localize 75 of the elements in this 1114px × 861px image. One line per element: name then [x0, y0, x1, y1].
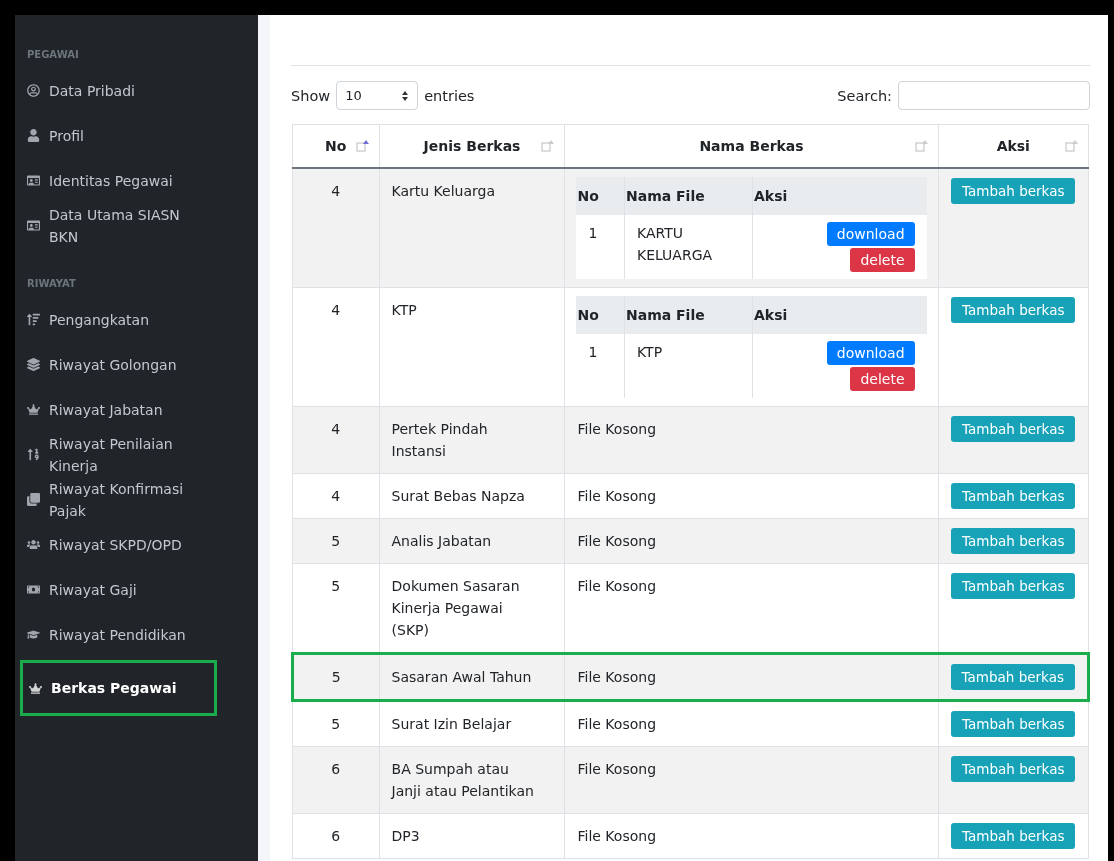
column-header[interactable]: No [292, 124, 380, 168]
table-cell: File Kosong [565, 473, 939, 518]
copy-icon [27, 493, 40, 506]
section-heading: RIWAYAT [26, 277, 77, 291]
file-cell: 1 [576, 214, 625, 279]
table-cell: Surat Bebas Napza [379, 473, 565, 518]
delete-button[interactable]: delete [850, 366, 915, 391]
delete-button[interactable]: delete [850, 247, 915, 272]
table-cell: File Kosong [565, 813, 939, 858]
sidebar-item[interactable]: Riwayat SKPD/OPD [15, 522, 258, 567]
graduation-cap-icon [27, 628, 40, 641]
sidebar-item[interactable]: Berkas Pegawai [17, 657, 220, 719]
user-icon [27, 129, 40, 142]
table-cell: File Kosong [565, 700, 939, 746]
table-cell: Analis Jabatan [379, 518, 565, 563]
table-cell: File Kosong [565, 653, 939, 700]
table-cell: 4 [292, 287, 380, 406]
id-card-icon [27, 174, 40, 187]
file-cell: 1 [576, 333, 625, 398]
search-label: Search: [837, 87, 892, 104]
page-size-select[interactable]: 10 [336, 81, 419, 110]
table-cell: File Kosong [565, 518, 939, 563]
file-cell: KTP [624, 333, 753, 398]
sidebar-item[interactable]: Riwayat Golongan [15, 342, 258, 387]
search-field[interactable] [898, 81, 1090, 110]
table-cell: File Kosong [565, 746, 939, 813]
column-header[interactable]: Jenis Berkas [379, 124, 565, 168]
table-cell: 4 [292, 406, 380, 473]
table-cell: Kartu Keluarga [379, 167, 565, 287]
sidebar-item[interactable]: Riwayat Gaji [15, 567, 258, 612]
table-cell: Surat Izin Belajar [379, 700, 565, 746]
sidebar-item[interactable]: Data Utama SIASN BKN [15, 203, 258, 248]
column-header[interactable]: Aksi [938, 124, 1089, 168]
sidebar-item[interactable]: Riwayat Pendidikan [15, 612, 258, 657]
sort-icon [27, 313, 40, 326]
download-button[interactable]: download [826, 340, 915, 365]
id-card-icon [27, 219, 40, 232]
file-column-header: Aksi [752, 176, 927, 215]
table-cell: 5 [292, 563, 380, 653]
table-cell: KTP [379, 287, 565, 406]
users-icon [27, 538, 40, 551]
table-cell: 5 [292, 518, 380, 563]
file-column-header: No [576, 176, 625, 215]
sidebar-item[interactable]: Identitas Pegawai [15, 158, 258, 203]
column-header[interactable]: Nama Berkas [565, 124, 939, 168]
download-button[interactable]: download [826, 221, 915, 246]
sort-caret-icon [401, 89, 410, 102]
sidebar-item[interactable]: Data Pribadi [15, 68, 258, 113]
table-cell: 6 [292, 813, 380, 858]
crown-icon [29, 681, 42, 695]
table-cell: File Kosong [565, 406, 939, 473]
table-cell: BA Sumpah atau Janji atau Pelantikan [379, 746, 565, 813]
file-column-header: Nama File [624, 295, 753, 334]
file-cell: KARTU KELUARGA [624, 214, 753, 279]
file-column-header: No [576, 295, 625, 334]
sidebar-item[interactable]: Pengangkatan [15, 297, 258, 342]
crown-icon [27, 403, 40, 416]
table-cell: 5 [292, 700, 380, 746]
file-column-header: Aksi [752, 295, 927, 334]
sidebar-item[interactable]: Riwayat Penilaian Kinerja [15, 432, 258, 477]
entries-label: entries [424, 87, 475, 104]
table-cell: DP3 [379, 813, 565, 858]
file-column-header: Nama File [624, 176, 753, 215]
sidebar-item[interactable]: Riwayat Konfirmasi Pajak [15, 477, 258, 522]
money-icon [27, 583, 40, 596]
sidebar-item[interactable]: Profil [15, 113, 258, 158]
table-cell: 6 [292, 746, 380, 813]
section-heading: PEGAWAI [26, 48, 80, 62]
layers-icon [27, 358, 40, 371]
show-label: Show [291, 87, 331, 104]
table-cell: Pertek Pindah Instansi [379, 406, 565, 473]
table-cell: 4 [292, 167, 380, 287]
table-cell: 4 [292, 473, 380, 518]
sort-icon [27, 448, 40, 461]
sidebar-item[interactable]: Riwayat Jabatan [15, 387, 258, 432]
